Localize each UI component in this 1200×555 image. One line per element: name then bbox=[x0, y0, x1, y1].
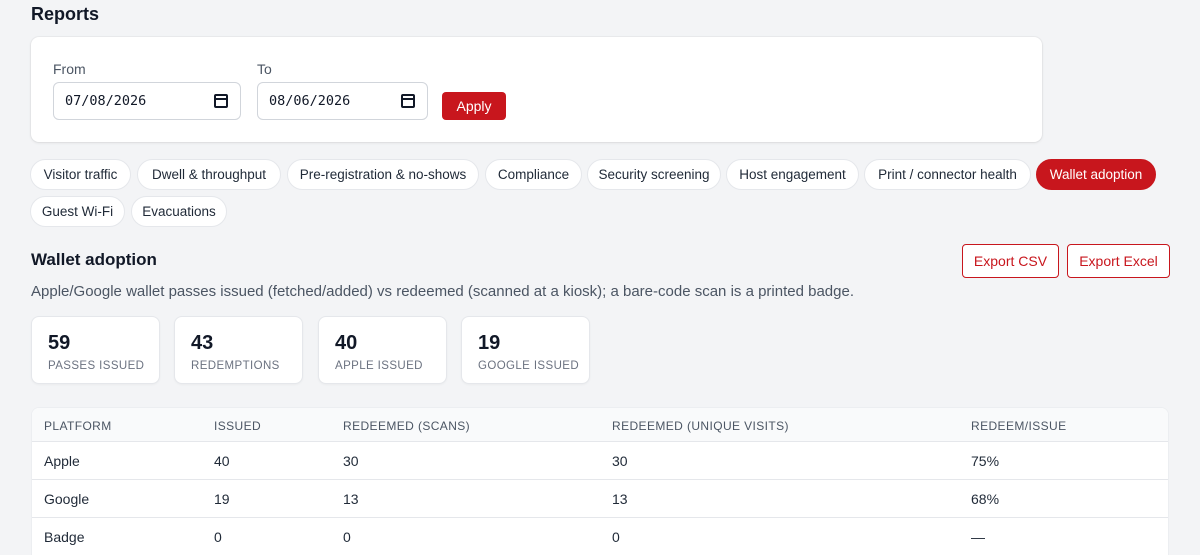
cell-redeem-issue: 68% bbox=[971, 491, 1000, 507]
cell-redeem-issue: — bbox=[971, 529, 985, 545]
stat-card-apple-issued: 40 APPLE ISSUED bbox=[318, 316, 447, 384]
cell-redeemed-unique: 13 bbox=[612, 491, 628, 507]
stat-card-redemptions: 43 REDEMPTIONS bbox=[174, 316, 303, 384]
cell-redeem-issue: 75% bbox=[971, 453, 1000, 469]
column-header-issued: ISSUED bbox=[214, 419, 262, 433]
tab-wallet-adoption[interactable]: Wallet adoption bbox=[1036, 159, 1156, 190]
tab-evacuations[interactable]: Evacuations bbox=[131, 196, 227, 227]
stat-card-passes-issued: 59 PASSES ISSUED bbox=[31, 316, 160, 384]
table-header: PLATFORM ISSUED REDEEMED (SCANS) REDEEME… bbox=[32, 408, 1168, 442]
page-title: Reports bbox=[31, 4, 100, 24]
from-label: From bbox=[53, 61, 86, 77]
cell-redeemed-unique: 0 bbox=[612, 529, 620, 545]
stat-label: APPLE ISSUED bbox=[335, 360, 423, 372]
calendar-icon[interactable] bbox=[214, 94, 228, 108]
to-label: To bbox=[257, 61, 272, 77]
from-date-input[interactable]: 07/08/2026 bbox=[53, 82, 241, 120]
tab-pre-registration[interactable]: Pre-registration & no-shows bbox=[287, 159, 479, 190]
cell-redeemed-unique: 30 bbox=[612, 453, 628, 469]
cell-redeemed-scans: 0 bbox=[343, 529, 351, 545]
stat-value: 43 bbox=[191, 332, 214, 354]
from-date-value: 07/08/2026 bbox=[65, 93, 147, 109]
stat-value: 59 bbox=[48, 332, 71, 354]
date-filter-card: From 07/08/2026 To 08/06/2026 Apply bbox=[31, 37, 1042, 142]
stat-label: GOOGLE ISSUED bbox=[478, 360, 580, 372]
column-header-redeem-issue: REDEEM/ISSUE bbox=[971, 419, 1067, 433]
cell-platform: Apple bbox=[44, 453, 80, 469]
cell-issued: 19 bbox=[214, 491, 230, 507]
column-header-platform: PLATFORM bbox=[44, 419, 112, 433]
stat-card-google-issued: 19 GOOGLE ISSUED bbox=[461, 316, 590, 384]
tab-dwell-throughput[interactable]: Dwell & throughput bbox=[137, 159, 281, 190]
tab-security-screening[interactable]: Security screening bbox=[587, 159, 721, 190]
section-title: Wallet adoption bbox=[31, 250, 157, 269]
column-header-redeemed-unique: REDEEMED (UNIQUE VISITS) bbox=[612, 419, 789, 433]
stat-value: 19 bbox=[478, 332, 501, 354]
section-description: Apple/Google wallet passes issued (fetch… bbox=[31, 283, 854, 300]
stat-value: 40 bbox=[335, 332, 358, 354]
cell-platform: Badge bbox=[44, 529, 85, 545]
cell-issued: 0 bbox=[214, 529, 222, 545]
wallet-adoption-table: PLATFORM ISSUED REDEEMED (SCANS) REDEEME… bbox=[31, 407, 1169, 555]
tab-compliance[interactable]: Compliance bbox=[485, 159, 582, 190]
apply-button[interactable]: Apply bbox=[442, 92, 506, 120]
to-date-input[interactable]: 08/06/2026 bbox=[257, 82, 428, 120]
cell-redeemed-scans: 30 bbox=[343, 453, 359, 469]
tab-host-engagement[interactable]: Host engagement bbox=[726, 159, 859, 190]
stat-label: REDEMPTIONS bbox=[191, 360, 280, 372]
stat-label: PASSES ISSUED bbox=[48, 360, 145, 372]
cell-issued: 40 bbox=[214, 453, 230, 469]
tab-visitor-traffic[interactable]: Visitor traffic bbox=[30, 159, 131, 190]
column-header-redeemed-scans: REDEEMED (SCANS) bbox=[343, 419, 471, 433]
tab-guest-wifi[interactable]: Guest Wi-Fi bbox=[30, 196, 125, 227]
calendar-icon[interactable] bbox=[401, 94, 415, 108]
export-excel-button[interactable]: Export Excel bbox=[1067, 244, 1170, 278]
tab-print-connector-health[interactable]: Print / connector health bbox=[864, 159, 1031, 190]
to-date-value: 08/06/2026 bbox=[269, 93, 351, 109]
cell-platform: Google bbox=[44, 491, 90, 507]
table-row: Badge 0 0 0 — bbox=[32, 518, 1168, 555]
table-row: Apple 40 30 30 75% bbox=[32, 442, 1168, 480]
table-row: Google 19 13 13 68% bbox=[32, 480, 1168, 518]
cell-redeemed-scans: 13 bbox=[343, 491, 359, 507]
export-csv-button[interactable]: Export CSV bbox=[962, 244, 1059, 278]
